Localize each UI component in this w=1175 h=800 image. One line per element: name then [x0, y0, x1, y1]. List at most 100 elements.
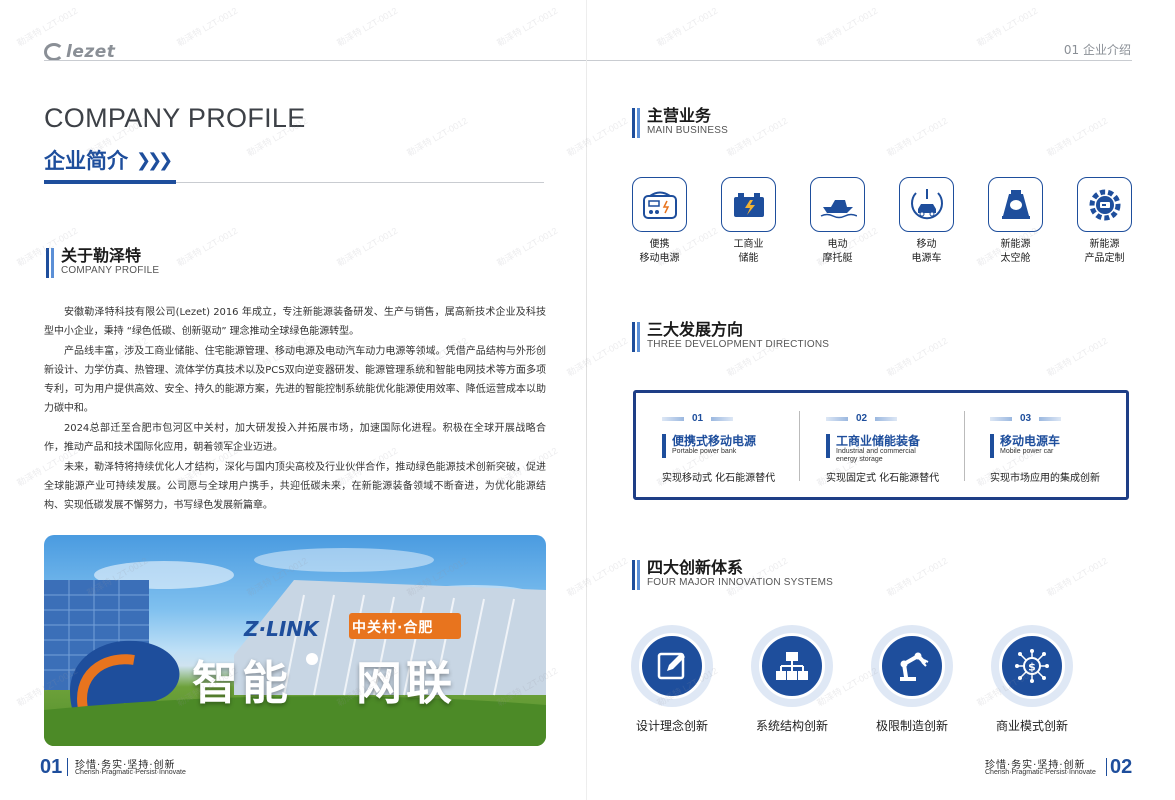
- business-label: 便携 移动电源: [625, 238, 695, 266]
- business-item: 新能源 太空舱: [988, 177, 1043, 266]
- business-label-line2: 储能: [738, 253, 759, 264]
- main-business-title-cn: 主营业务: [647, 106, 712, 125]
- heading-bars-icon: [46, 248, 54, 278]
- heading-bars-icon: [632, 560, 640, 590]
- logo-text: lezet: [66, 42, 116, 62]
- page-number: 02: [1110, 756, 1133, 778]
- column-divider: [799, 411, 800, 481]
- boat-icon: [810, 177, 865, 232]
- header-divider: [44, 60, 587, 61]
- business-label-line1: 新能源: [1000, 239, 1031, 250]
- lezet-logo: lezet: [44, 42, 115, 62]
- business-label-line2: 电源车: [911, 253, 942, 264]
- page-title-cn-text: 企业简介: [44, 149, 128, 173]
- right-page: 01 企业介绍 主营业务 MAIN BUSINESS 便携移动电源 工商业储能 …: [587, 0, 1175, 800]
- footer-separator: [67, 758, 68, 776]
- innovation-list: 设计理念创新 系统结构创新 极限制造创新 $ 商业模式创新: [631, 625, 1073, 734]
- about-body: 安徽勒泽特科技有限公司(Lezet) 2016 年成立，专注新能源装备研发、生产…: [44, 303, 546, 516]
- business-label-line1: 电动: [827, 239, 848, 250]
- direction-title-en: Industrial and commercial energy storage: [836, 448, 916, 463]
- business-label-line1: 移动: [916, 239, 937, 250]
- direction-number-row: 01: [662, 413, 734, 424]
- innovation-label: 极限制造创新: [875, 719, 948, 733]
- innovation-item: $ 商业模式创新: [991, 625, 1073, 734]
- innovation-circle: [751, 625, 833, 707]
- title-accent-bar: [44, 180, 176, 184]
- business-item: 便携 移动电源: [632, 177, 687, 266]
- business-label-line2: 产品定制: [1084, 253, 1125, 264]
- direction-title-en: Portable power bank: [672, 448, 737, 455]
- innovation-title-en: FOUR MAJOR INNOVATION SYSTEMS: [647, 577, 833, 588]
- section-tag: 01 企业介绍: [1063, 43, 1131, 57]
- custom-gear-icon: [1077, 177, 1132, 232]
- direction-number: 03: [1020, 413, 1032, 424]
- directions-box: 01 便携式移动电源 Portable power bank 实现移动式 化石能…: [633, 390, 1129, 500]
- headquarters-photo: Z·LINK 中关村·合肥 智能 网联: [44, 535, 546, 746]
- direction-desc: 实现市场应用的集成创新: [990, 473, 1100, 484]
- dollar-network-icon: $: [999, 633, 1065, 699]
- page-title-cn: 企业简介 ❯❯❯: [44, 145, 173, 175]
- page-number: 01: [40, 756, 63, 778]
- slogan-dot: [306, 653, 318, 665]
- business-item: 移动 电源车: [899, 177, 954, 266]
- dash-decoration: [1039, 416, 1062, 421]
- innovation-title-cn: 四大创新体系: [647, 558, 744, 577]
- innovation-circle: $: [991, 625, 1073, 707]
- direction-desc: 实现移动式 化石能源替代: [662, 473, 776, 484]
- design-edit-icon: [639, 633, 705, 699]
- innovation-circle: [631, 625, 713, 707]
- about-heading: 关于勒泽特 COMPANY PROFILE: [46, 246, 159, 278]
- business-label: 新能源 太空舱: [981, 238, 1051, 266]
- direction-title-block: 便携式移动电源 Portable power bank: [662, 434, 756, 458]
- header-divider: [587, 60, 1132, 61]
- business-label-line2: 移动电源: [639, 253, 680, 264]
- logo-mark-icon: [44, 43, 64, 61]
- business-label: 电动 摩托艇: [803, 238, 873, 266]
- business-list: 便携 移动电源 工商业 储能 电动 摩托艇 移动 电源车 新能源 太空舱 新能源…: [632, 177, 1132, 266]
- business-label-line2: 太空舱: [1000, 253, 1031, 264]
- main-business-heading: 主营业务 MAIN BUSINESS: [632, 106, 728, 138]
- business-label: 新能源 产品定制: [1070, 238, 1140, 266]
- title-bar-icon: [990, 434, 994, 458]
- slogan-left: 智能: [192, 656, 292, 710]
- innovation-label: 系统结构创新: [755, 719, 828, 733]
- direction-title-en: Mobile power car: [1000, 448, 1054, 455]
- business-item: 电动 摩托艇: [810, 177, 865, 266]
- innovation-item: 系统结构创新: [751, 625, 833, 734]
- heading-bars-icon: [632, 108, 640, 138]
- column-divider: [964, 411, 965, 481]
- ev-car-icon: [899, 177, 954, 232]
- building-sign: 中关村·合肥: [352, 620, 434, 636]
- direction-number-row: 02: [826, 413, 898, 424]
- direction-title-block: 工商业储能装备 Industrial and commercial energy…: [826, 434, 936, 464]
- business-item: 工商业 储能: [721, 177, 776, 266]
- slogan-right: 网联: [356, 656, 456, 710]
- innovation-item: 设计理念创新: [631, 625, 713, 734]
- building-name: Z·LINK: [244, 617, 319, 641]
- portable-power-icon: [632, 177, 687, 232]
- innovation-item: 极限制造创新: [871, 625, 953, 734]
- about-paragraph: 2024总部迁至合肥市包河区中关村，加大研发投入并拓展市场，加速国际化进程。积极…: [44, 423, 546, 453]
- direction-title: 工商业储能装备: [836, 434, 921, 448]
- business-label-line1: 便携: [649, 239, 670, 250]
- footer-motto-en: Cherish·Pragmatic·Persist·Innovate: [75, 769, 186, 776]
- dash-decoration: [826, 416, 848, 421]
- innovation-heading: 四大创新体系 FOUR MAJOR INNOVATION SYSTEMS: [632, 558, 833, 590]
- directions-title-en: THREE DEVELOPMENT DIRECTIONS: [647, 339, 830, 350]
- dash-decoration: [711, 416, 734, 421]
- svg-text:$: $: [1028, 661, 1036, 674]
- heading-bars-icon: [632, 322, 640, 352]
- dash-decoration: [875, 416, 898, 421]
- business-item: 新能源 产品定制: [1077, 177, 1132, 266]
- about-paragraph: 安徽勒泽特科技有限公司(Lezet) 2016 年成立，专注新能源装备研发、生产…: [44, 307, 546, 337]
- about-paragraph: 产品线丰富，涉及工商业储能、住宅能源管理、移动电源及电动汽车动力电源等领域。凭借…: [44, 346, 546, 414]
- direction-number: 01: [692, 413, 704, 424]
- footer-motto-en: Cherish·Pragmatic·Persist·Innovate: [985, 769, 1096, 776]
- innovation-circle: [871, 625, 953, 707]
- direction-title-block: 移动电源车 Mobile power car: [990, 434, 1060, 458]
- business-label-line1: 工商业: [733, 239, 764, 250]
- dash-decoration: [662, 416, 684, 421]
- battery-storage-icon: [721, 177, 776, 232]
- title-bar-icon: [826, 434, 830, 458]
- innovation-label: 设计理念创新: [635, 719, 708, 733]
